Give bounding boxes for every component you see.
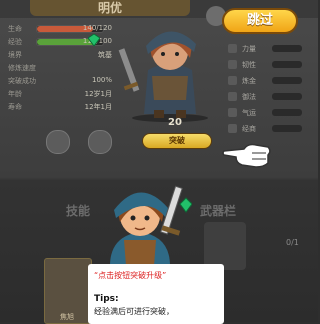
attribute-pill [272,125,302,132]
attribute-pill [272,109,302,116]
stat-value: 100% [91,76,112,84]
stat-label: 生命 [8,25,22,33]
stat-value: 筑基 [98,51,112,59]
bag-icon[interactable] [46,130,70,154]
stat-value: 12年1月 [84,103,112,111]
attribute-row: 御法 [228,90,304,103]
stat-row-exp: 经验 110/100 [4,35,118,48]
skip-button[interactable]: 跳过 [222,8,298,34]
weapon-slot[interactable] [204,222,246,270]
hero-level: 20 [168,117,182,128]
tutorial-prompt: “点击按钮突破升级” [94,271,167,280]
stat-row-lifespan: 寿命 12年1月 [4,100,118,113]
attribute-name: 炼金 [242,77,256,85]
stat-label: 境界 [8,51,22,59]
attribute-name: 气运 [242,109,256,117]
attribute-pill [272,93,302,100]
attribute-row: 经商 [228,122,304,135]
stat-label: 寿命 [8,103,22,111]
tips-heading: Tips: [94,294,119,304]
skill-scroll-icon[interactable] [88,130,112,154]
attribute-pill [272,77,302,84]
tips-text: 经验满后可进行突破， [94,307,174,316]
gem-icon [88,34,100,46]
attribute-row: 韧性 [228,58,304,71]
attribute-name: 力量 [242,45,256,53]
attribute-icon [228,76,237,85]
pointing-hand-icon [222,143,271,168]
weapon-slot-count: 0/1 [286,238,299,247]
item-card-label: 焦旭 [60,313,74,321]
attribute-row: 炼金 [228,74,304,87]
stat-label: 修炼速度 [8,64,36,72]
stat-value: 140/120 [82,24,112,32]
attribute-icon [228,108,237,117]
attribute-row: 气运 [228,106,304,119]
stats-panel: 生命 140/120 经验 110/100 境界 筑基 修炼速度 突破成功 10… [0,22,118,122]
attribute-icon [228,124,237,133]
stat-row-speed: 修炼速度 [4,61,118,74]
guide-hero-avatar [110,185,192,266]
stat-row-health: 生命 140/120 [4,22,118,35]
attribute-name: 经商 [242,125,256,133]
stat-row-realm: 境界 筑基 [4,48,118,61]
attribute-pill [272,61,302,68]
stat-row-age: 年龄 12岁1月 [4,87,118,100]
attribute-icon [228,44,237,53]
weapons-label: 武器栏 [200,204,237,218]
attribute-icon [228,92,237,101]
stat-value: 12岁1月 [84,90,112,98]
skills-label: 技能 [66,204,91,218]
character-name: 明优 [97,1,122,15]
attribute-row: 力量 [228,42,304,55]
stat-label: 年龄 [8,90,22,98]
stat-row-success: 突破成功 100% [4,74,118,87]
stat-label: 突破成功 [8,77,36,85]
stat-label: 经验 [8,38,22,46]
attribute-name: 韧性 [242,61,256,69]
attribute-pill [272,45,302,52]
attribute-name: 御法 [242,93,256,101]
attribute-icon [228,60,237,69]
hero-portrait [118,31,208,122]
breakthrough-button[interactable]: 突破 [142,133,212,149]
